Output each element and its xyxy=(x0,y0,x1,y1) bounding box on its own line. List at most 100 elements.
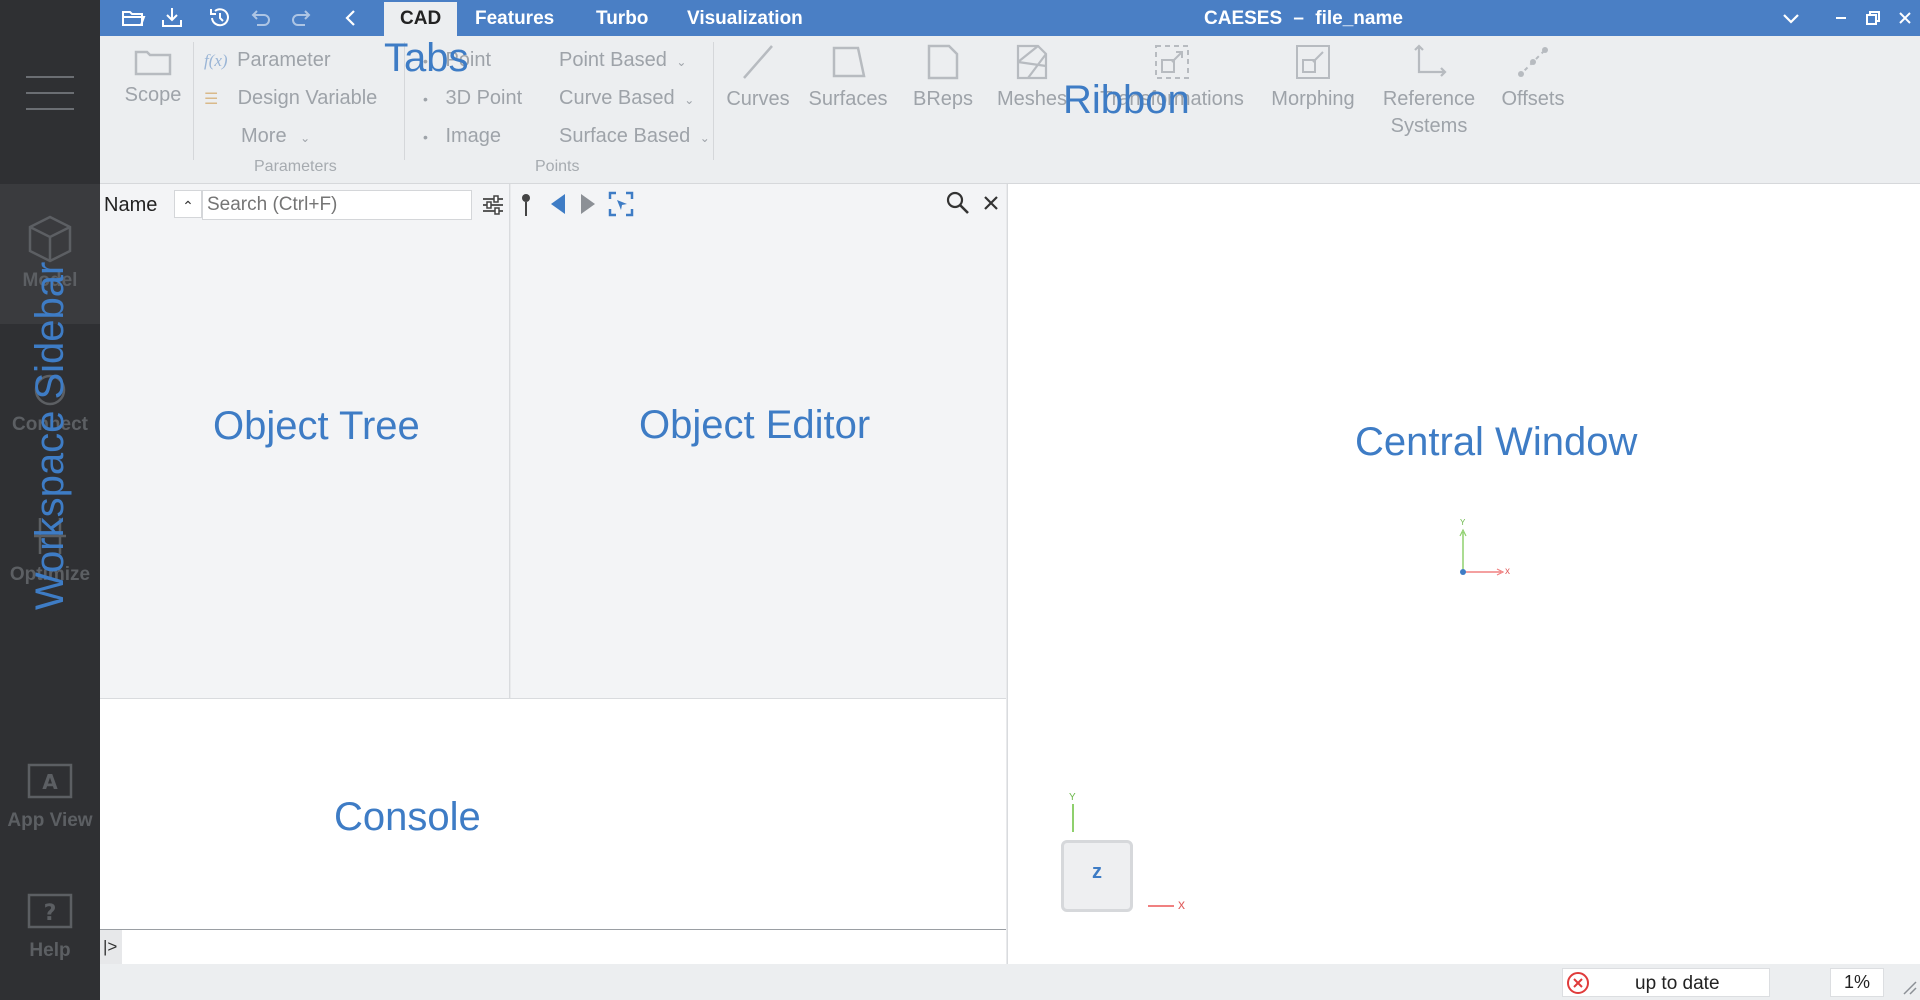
app-name: CAESES xyxy=(1204,8,1283,29)
surfaces-button[interactable]: Surfaces xyxy=(804,42,892,113)
pin-icon[interactable] xyxy=(517,192,535,218)
mesh-icon xyxy=(1016,44,1048,80)
image-button[interactable]: • Image xyxy=(423,125,501,148)
console-panel: Console |> xyxy=(100,698,1006,965)
parameter-button[interactable]: f(x) Parameter xyxy=(204,49,331,72)
fx-icon: f(x) xyxy=(204,51,228,70)
status-panel[interactable]: up to date xyxy=(1562,968,1770,997)
origin-x-label: x xyxy=(1505,566,1510,577)
reference-systems-label-line2: Systems xyxy=(1390,115,1468,137)
curves-button[interactable]: Curves xyxy=(720,42,796,113)
redo-icon[interactable] xyxy=(288,5,314,31)
ribbon: Scope f(x) Parameter ☰ Design Variable M… xyxy=(100,36,1920,184)
undo-icon[interactable] xyxy=(248,5,274,31)
resize-grip-icon[interactable] xyxy=(1900,978,1918,996)
svg-text:A: A xyxy=(42,770,58,794)
chevron-down-icon: ⌄ xyxy=(699,131,710,145)
console-input-row[interactable]: |> xyxy=(100,929,1006,965)
morphing-label: Morphing xyxy=(1271,88,1355,110)
sidebar-item-help[interactable]: ? Help xyxy=(0,892,100,962)
more-dropdown[interactable]: More ⌄ xyxy=(241,125,310,148)
sidebar-item-app-view[interactable]: A App View xyxy=(0,762,100,832)
parameter-label: Parameter xyxy=(237,49,331,71)
meshes-button[interactable]: Meshes xyxy=(992,42,1072,113)
surfaces-label: Surfaces xyxy=(808,88,888,110)
reference-systems-label-line1: Reference xyxy=(1382,88,1476,110)
morphing-button[interactable]: Morphing xyxy=(1260,42,1366,113)
file-name: file_name xyxy=(1315,8,1403,29)
folder-icon xyxy=(134,50,172,76)
tab-visualization[interactable]: Visualization xyxy=(675,0,815,36)
minimize-icon[interactable] xyxy=(1828,5,1854,31)
filter-settings-icon[interactable] xyxy=(480,192,506,218)
sliders-icon: ☰ xyxy=(204,91,219,108)
origin-axes: Y x xyxy=(1453,518,1513,584)
chevron-left-icon[interactable] xyxy=(338,5,364,31)
curve-based-label: Curve Based xyxy=(559,87,675,109)
reference-system-icon xyxy=(1414,44,1447,77)
chevron-down-icon: ⌄ xyxy=(684,93,695,107)
tree-header: Name ⌃ xyxy=(100,188,510,220)
tab-turbo[interactable]: Turbo xyxy=(584,0,660,36)
status-bar: up to date 1% xyxy=(100,964,1920,1000)
annotation-object-editor: Object Editor xyxy=(639,403,871,447)
point-based-dropdown[interactable]: Point Based ⌄ xyxy=(559,49,686,72)
title-bar: CAD Features Turbo Visualization CAESES … xyxy=(100,0,1920,36)
central-window[interactable]: Central Window Y x z Y x xyxy=(1007,184,1920,964)
search-input[interactable] xyxy=(202,190,472,220)
select-target-icon[interactable] xyxy=(607,190,635,218)
origin-y-label: Y xyxy=(1460,518,1466,527)
app-view-icon: A xyxy=(27,763,73,799)
3d-point-label: 3D Point xyxy=(445,87,523,109)
close-icon[interactable] xyxy=(980,192,1002,214)
curve-based-dropdown[interactable]: Curve Based ⌄ xyxy=(559,87,694,110)
surface-icon xyxy=(832,46,866,78)
progress-percent: 1% xyxy=(1830,968,1884,997)
design-variable-label: Design Variable xyxy=(237,87,378,109)
surface-based-label: Surface Based xyxy=(559,125,691,147)
chevron-down-icon[interactable] xyxy=(1778,5,1804,31)
point-based-label: Point Based xyxy=(559,49,667,71)
surface-based-dropdown[interactable]: Surface Based ⌄ xyxy=(559,125,710,148)
menu-icon[interactable] xyxy=(26,72,74,112)
points-group-label: Points xyxy=(535,158,580,175)
scope-label: Scope xyxy=(124,84,182,106)
progress-percent-value: 1% xyxy=(1843,972,1870,992)
name-column-header[interactable]: Name xyxy=(104,194,157,217)
design-variable-button[interactable]: ☰ Design Variable xyxy=(204,87,377,110)
parameters-group-label: Parameters xyxy=(254,158,337,175)
forward-arrow-icon[interactable] xyxy=(577,192,599,216)
status-text: up to date xyxy=(1635,973,1720,994)
curves-label: Curves xyxy=(726,88,790,110)
object-editor-panel: Object Editor xyxy=(511,184,1006,698)
transformation-icon xyxy=(1155,45,1189,79)
annotation-workspace-sidebar: Workspace Sidebar xyxy=(28,261,72,610)
morphing-icon xyxy=(1296,45,1330,79)
close-window-icon[interactable] xyxy=(1892,5,1918,31)
image-label: Image xyxy=(445,125,502,147)
reference-systems-button[interactable]: Reference Systems xyxy=(1378,42,1480,140)
annotation-ribbon: Ribbon xyxy=(1063,78,1190,122)
meshes-label: Meshes xyxy=(996,88,1068,110)
offsets-icon xyxy=(1518,47,1548,77)
history-icon[interactable] xyxy=(207,5,233,31)
ribbon-separator xyxy=(713,42,714,160)
save-icon[interactable] xyxy=(159,5,185,31)
ribbon-separator xyxy=(193,42,194,160)
breps-label: BReps xyxy=(912,88,974,110)
point-icon: • xyxy=(423,91,428,107)
open-folder-icon[interactable] xyxy=(120,5,146,31)
sidebar-item-label: App View xyxy=(7,810,93,831)
brep-icon xyxy=(927,44,959,80)
search-icon[interactable] xyxy=(945,190,971,216)
back-arrow-icon[interactable] xyxy=(547,192,569,216)
sidebar-item-label: Help xyxy=(29,940,71,961)
scope-button[interactable]: Scope xyxy=(118,46,188,109)
tab-features[interactable]: Features xyxy=(463,0,566,36)
breps-button[interactable]: BReps xyxy=(906,42,980,113)
offsets-button[interactable]: Offsets xyxy=(1490,42,1576,113)
tab-cad[interactable]: CAD xyxy=(384,2,458,36)
3d-point-button[interactable]: • 3D Point xyxy=(423,87,522,110)
sort-ascending-icon[interactable]: ⌃ xyxy=(174,190,202,218)
restore-icon[interactable] xyxy=(1860,5,1886,31)
